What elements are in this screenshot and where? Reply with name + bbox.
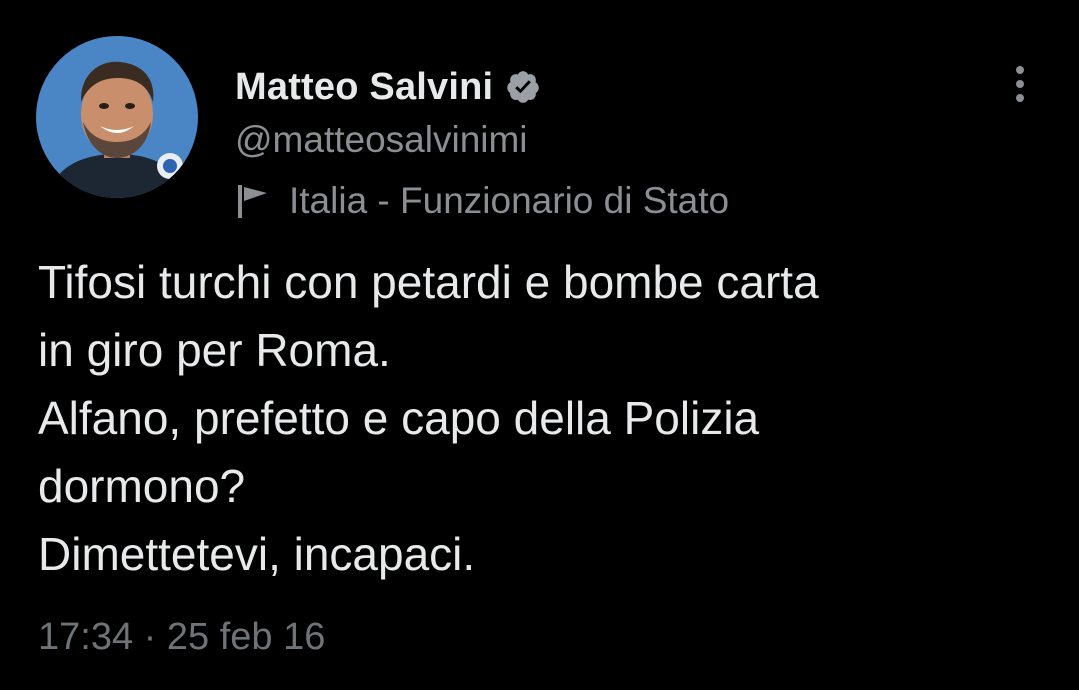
tweet-text: Tifosi turchi con petardi e bombe carta … [38, 248, 1038, 588]
author-handle[interactable]: @matteosalvinimi [235, 119, 528, 161]
tweet-line: dormono? [38, 460, 246, 512]
affiliation-label: Italia - Funzionario di Stato [289, 180, 730, 221]
tweet-line: Tifosi turchi con petardi e bombe carta [38, 256, 819, 308]
tweet-line: Dimettetevi, incapaci. [38, 528, 476, 580]
verified-badge-icon [505, 69, 541, 105]
author-display-name[interactable]: Matteo Salvini [235, 66, 493, 109]
avatar-photo [36, 36, 198, 198]
tweet-timestamp[interactable]: 17:34 · 25 feb 16 [38, 616, 325, 659]
more-options-button[interactable] [1000, 60, 1040, 108]
avatar[interactable] [36, 36, 198, 198]
flag-icon [235, 182, 271, 220]
tweet-line: Alfano, prefetto e capo della Polizia [38, 392, 760, 444]
author-name-row: Matteo Salvini [235, 63, 541, 111]
tweet-line: in giro per Roma. [38, 324, 391, 376]
more-options-icon [1016, 66, 1024, 102]
affiliation-row: Italia - Funzionario di Stato [235, 178, 729, 224]
